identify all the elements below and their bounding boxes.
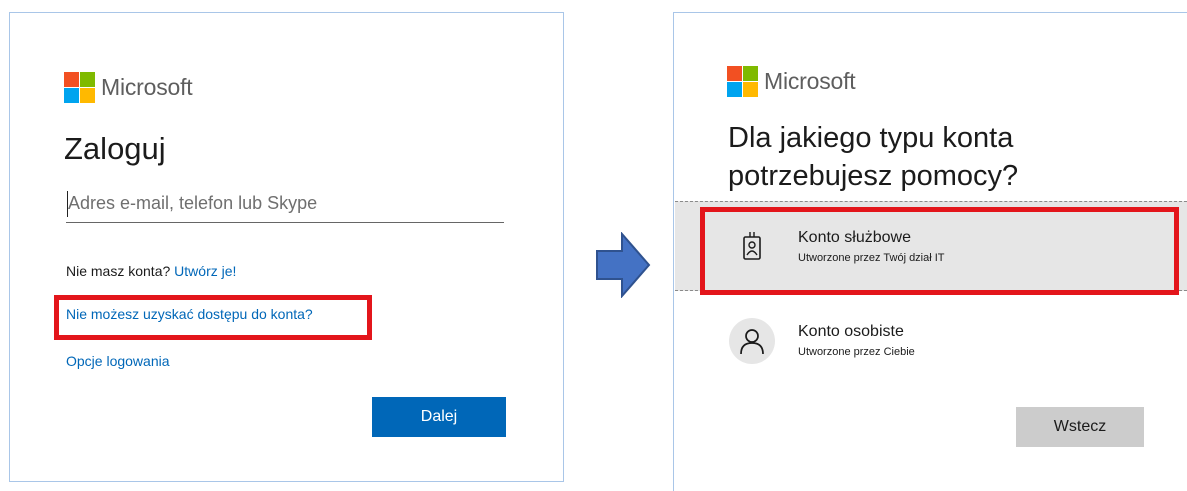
page-title-line-2: potrzebujesz pomocy? [728, 160, 1019, 192]
back-button[interactable]: Wstecz [1016, 407, 1144, 447]
person-icon [729, 318, 775, 364]
highlight-box [700, 207, 1179, 295]
page-title: Dla jakiego typu konta potrzebujesz pomo… [728, 119, 1158, 195]
arrow-right-icon [596, 232, 651, 298]
text-caret [67, 191, 68, 217]
sign-in-panel: Microsoft Zaloguj Nie masz konta? Utwórz… [9, 12, 564, 482]
personal-account-subtitle: Utworzone przez Ciebie [798, 346, 915, 358]
page-title: Zaloguj [64, 131, 166, 166]
personal-account-option[interactable]: Konto osobiste Utworzone przez Ciebie [675, 296, 1187, 386]
highlight-box [54, 295, 372, 340]
no-account-row: Nie masz konta? Utwórz je! [66, 263, 236, 279]
account-type-panel: Microsoft Dla jakiego typu konta potrzeb… [673, 12, 1187, 491]
microsoft-logo-icon [64, 72, 95, 103]
email-field[interactable] [66, 185, 504, 223]
brand-name: Microsoft [764, 68, 856, 94]
no-account-text: Nie masz konta? [66, 263, 171, 279]
create-account-link[interactable]: Utwórz je! [174, 263, 236, 279]
page-title-line-1: Dla jakiego typu konta [728, 122, 1014, 154]
personal-account-title: Konto osobiste [798, 323, 904, 340]
microsoft-logo: Microsoft [727, 66, 856, 97]
microsoft-logo-icon [727, 66, 758, 97]
next-button[interactable]: Dalej [372, 397, 506, 437]
sign-in-options-link[interactable]: Opcje logowania [66, 353, 170, 369]
brand-name: Microsoft [101, 74, 193, 100]
microsoft-logo: Microsoft [64, 72, 193, 103]
